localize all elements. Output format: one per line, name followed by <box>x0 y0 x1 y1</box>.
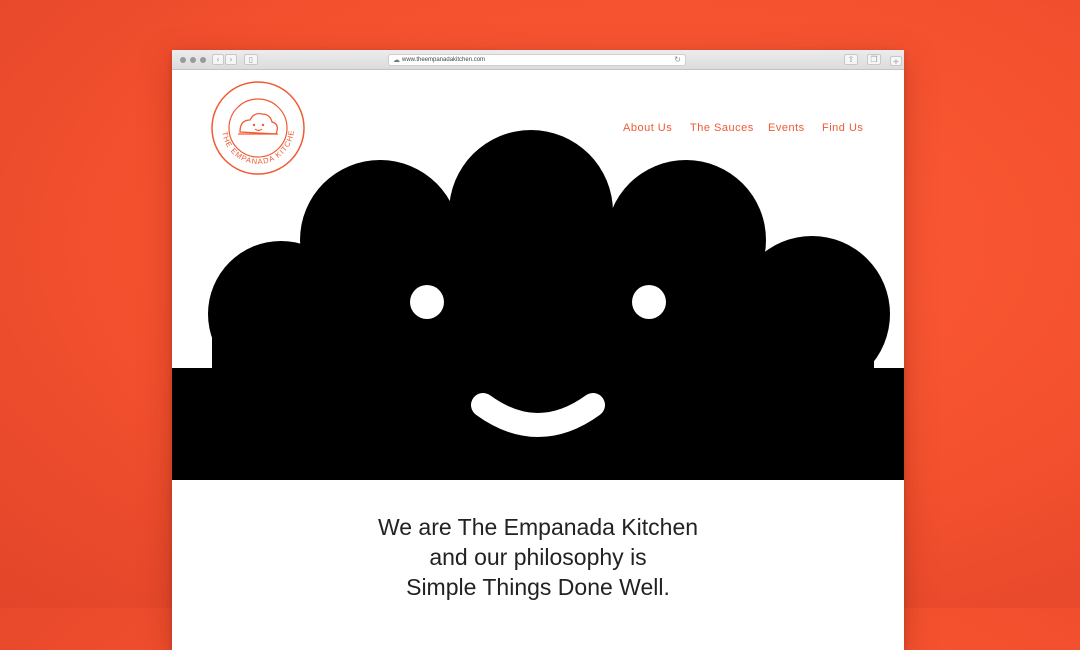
nav-find-us[interactable]: Find Us <box>822 122 863 134</box>
headline-line-2: and our philosophy is <box>429 544 647 570</box>
mascot-left-eye <box>410 285 444 319</box>
nav-about-us[interactable]: About Us <box>623 122 672 134</box>
browser-window: ‹ › ▯ ☁ www.theempanadakitchen.com ↻ ⇧ ❐… <box>172 50 904 650</box>
nav-events[interactable]: Events <box>768 122 805 134</box>
empanada-kitchen-logo[interactable]: THE EMPANADA KITCHEN <box>210 80 306 176</box>
philosophy-headline: We are The Empanada Kitchen and our phil… <box>172 512 904 602</box>
nav-the-sauces[interactable]: The Sauces <box>690 122 754 134</box>
logo-text: THE EMPANADA KITCHEN <box>210 80 296 166</box>
headline-line-3: Simple Things Done Well. <box>406 574 670 600</box>
headline-line-1: We are The Empanada Kitchen <box>377 514 699 540</box>
mascot-right-eye <box>632 285 666 319</box>
